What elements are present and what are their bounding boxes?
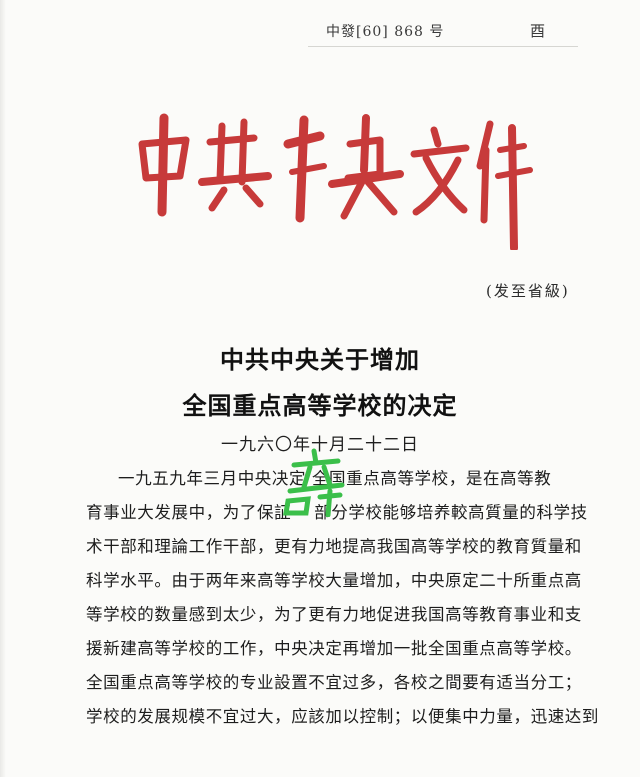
masthead-calligraphy (138, 113, 533, 250)
document-title-line-2: 全国重点高等学校的决定 (182, 392, 458, 420)
green-watermark-stamp (280, 447, 350, 517)
document-number-row: 中發[60] 868 号 酉 (308, 18, 578, 47)
document-title-line-1: 中共中央关于增加 (220, 346, 420, 374)
document-mark: 酉 (530, 22, 546, 40)
document-page: 中發[60] 868 号 酉 (发至省級) 中共中央关于增加 全国重点高等学校的… (0, 0, 640, 777)
body-line: 等学校的数量感到太少，为了更有力地促进我国高等教育事业和支 (86, 605, 582, 624)
body-line: 援新建高等学校的工作，中央决定再增加一批全国重点高等学校。 (86, 639, 582, 658)
masthead-logo (128, 100, 536, 250)
body-line: 学校的发展规模不宜过大，应該加以控制；以便集中力量，迅速达到 (86, 707, 599, 726)
body-line: 术干部和理論工作干部，更有力地提高我国高等学校的教育質量和 (86, 537, 582, 556)
watermark-glyph (283, 448, 345, 517)
body-line: 全国重点高等学校的专业設置不宜过多，各校之間要有适当分工； (86, 673, 582, 692)
document-number: 中發[60] 868 号 (326, 24, 445, 40)
body-line: 科学水平。由于两年来高等学校大量增加，中央原定二十所重点高 (86, 571, 582, 590)
distribution-note: (发至省級) (486, 282, 570, 300)
